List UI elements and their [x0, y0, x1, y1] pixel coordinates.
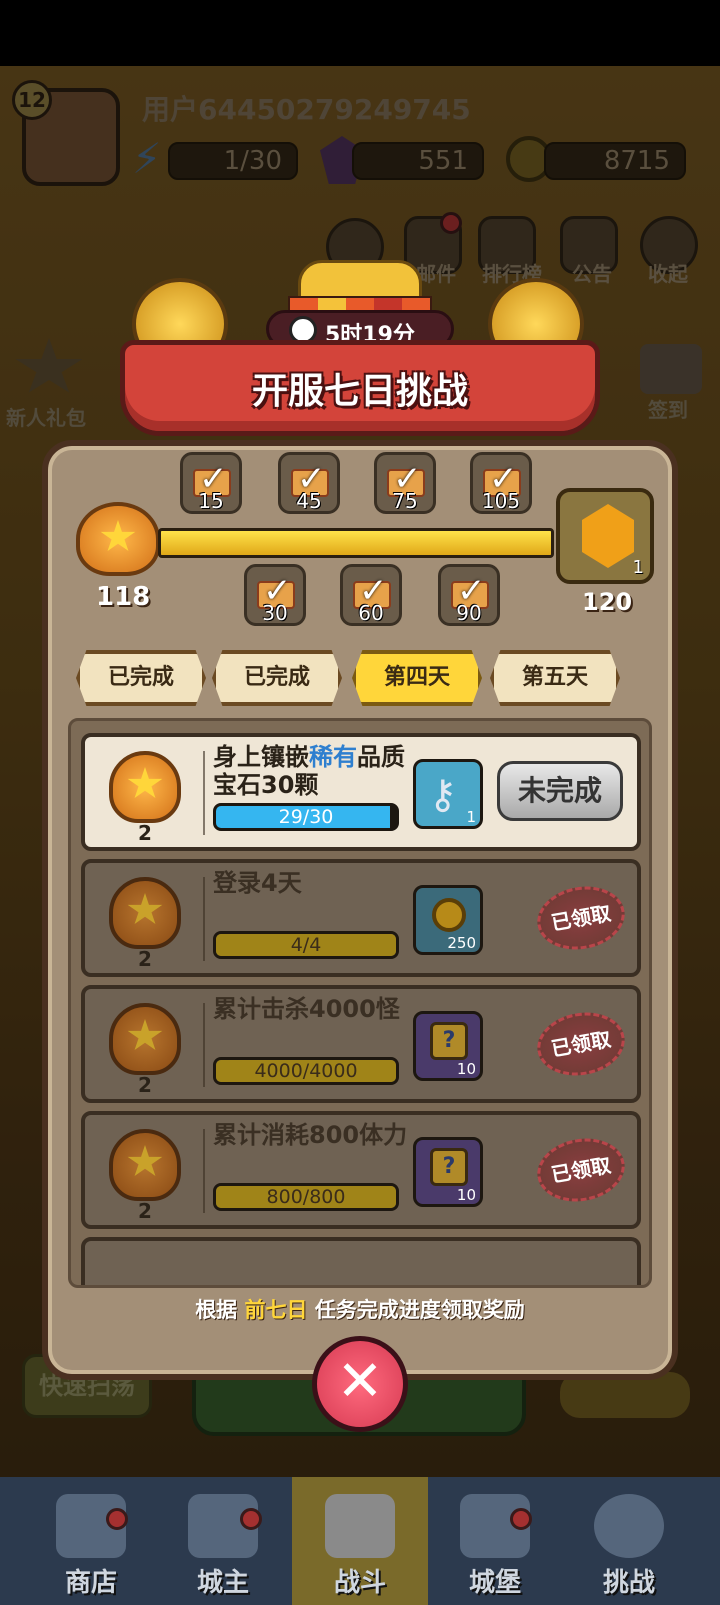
milestone-chest[interactable]: ✓ 90 [438, 564, 500, 626]
claimed-stamp: 已领取 [532, 1005, 630, 1083]
milestone-value: 45 [296, 489, 322, 513]
close-icon: ✕ [336, 1349, 384, 1414]
reward-count: 1 [466, 808, 476, 826]
divider [203, 1129, 205, 1213]
nav-battle-label: 战斗 [333, 1568, 386, 1598]
tab-day-3[interactable]: 已完成 [212, 650, 342, 706]
demon-icon [594, 1494, 664, 1558]
task-progress-bar: 4/4 [213, 931, 399, 959]
milestone-value: 30 [262, 601, 288, 625]
divider [203, 751, 205, 835]
puzzle-icon: ? [430, 1022, 468, 1060]
milestone-chest[interactable]: ✓ 15 [180, 452, 242, 514]
lord-notification-dot [240, 1508, 262, 1530]
medal-icon: 2 [99, 747, 191, 845]
nav-castle[interactable]: 城堡 [440, 1490, 550, 1600]
milestone-value: 60 [358, 601, 384, 625]
milestone-value: 90 [456, 601, 482, 625]
footer-prefix: 根据 [195, 1298, 238, 1322]
event-title: 开服七日挑战 [251, 371, 468, 412]
nav-castle-label: 城堡 [468, 1568, 521, 1598]
task-progress-bar: 29/30 [213, 803, 399, 831]
reward-box[interactable]: ⚷ 1 [413, 759, 483, 829]
milestone-value: 105 [481, 489, 521, 513]
medal-icon: 2 [99, 873, 191, 971]
task-progress-text: 800/800 [266, 1186, 346, 1208]
task-progress-text: 4/4 [290, 934, 322, 956]
task-title-rare: 稀有 [309, 743, 357, 771]
current-points: 118 [96, 582, 151, 612]
reward-box[interactable]: ? 10 [413, 1137, 483, 1207]
task-row: 2 身上镶嵌稀有品质宝石30颗 29/30 ⚷ 1 未完成 [81, 733, 641, 851]
nav-lord-label: 城主 [196, 1568, 249, 1598]
reward-count: 10 [456, 1186, 476, 1204]
task-list[interactable]: 2 身上镶嵌稀有品质宝石30颗 29/30 ⚷ 1 未完成 2 登录4天 4/4… [68, 718, 652, 1288]
task-row [81, 1237, 641, 1285]
task-title-part1: 身上镶嵌 [213, 743, 309, 771]
amber-gem-icon [582, 504, 634, 568]
points-progress-fill [161, 531, 551, 555]
task-title: 身上镶嵌稀有品质宝石30颗 [213, 743, 413, 799]
puzzle-icon: ? [430, 1148, 468, 1186]
nav-shop-label: 商店 [64, 1568, 117, 1598]
crossed-swords-icon [325, 1494, 395, 1558]
footer-hint: 根据 前七日 任务完成进度领取奖励 [42, 1294, 678, 1324]
tab-day-5[interactable]: 第五天 [490, 650, 620, 706]
coin-icon [432, 898, 466, 932]
milestone-chest[interactable]: ✓ 45 [278, 452, 340, 514]
medal-icon: 2 [99, 1125, 191, 1223]
task-progress-bar: 800/800 [213, 1183, 399, 1211]
reward-count: 10 [456, 1060, 476, 1078]
key-icon: ⚷ [428, 772, 458, 818]
medal-icon: 2 [99, 999, 191, 1097]
milestone-chest[interactable]: ✓ 30 [244, 564, 306, 626]
nav-battle[interactable]: 战斗 [305, 1490, 415, 1600]
final-reward-box[interactable]: 1 [556, 488, 654, 584]
task-progress-bar: 4000/4000 [213, 1057, 399, 1085]
reward-box[interactable]: ? 10 [413, 1011, 483, 1081]
nav-shop[interactable]: 商店 [36, 1490, 146, 1600]
medal-points: 2 [138, 1073, 152, 1097]
milestone-chest[interactable]: ✓ 75 [374, 452, 436, 514]
divider [203, 1003, 205, 1087]
milestone-chest[interactable]: ✓ 60 [340, 564, 402, 626]
task-row: 2 登录4天 4/4 250 已领取 [81, 859, 641, 977]
nav-challenge-label: 挑战 [602, 1568, 655, 1598]
milestone-value: 75 [392, 489, 418, 513]
task-title: 登录4天 [213, 869, 302, 897]
final-reward-count: 1 [632, 557, 644, 578]
claimed-stamp: 已领取 [532, 879, 630, 957]
castle-notification-dot [510, 1508, 532, 1530]
max-points: 120 [582, 588, 633, 616]
medal-points: 2 [138, 947, 152, 971]
task-row: 2 累计消耗800体力 800/800 ? 10 已领取 [81, 1111, 641, 1229]
close-button[interactable]: ✕ [312, 1336, 408, 1432]
claimed-stamp: 已领取 [532, 1131, 630, 1209]
nav-lord[interactable]: 城主 [168, 1490, 278, 1600]
medal-points: 2 [138, 1199, 152, 1223]
medal-points: 2 [138, 821, 152, 845]
milestone-chest[interactable]: ✓ 105 [470, 452, 532, 514]
task-progress-text: 4000/4000 [254, 1060, 358, 1082]
incomplete-button[interactable]: 未完成 [497, 761, 623, 821]
points-progress-bar [158, 528, 554, 558]
nav-challenge[interactable]: 挑战 [574, 1490, 684, 1600]
reward-box[interactable]: 250 [413, 885, 483, 955]
milestone-value: 15 [198, 489, 224, 513]
task-progress-text: 29/30 [278, 806, 334, 828]
task-row: 2 累计击杀4000怪 4000/4000 ? 10 已领取 [81, 985, 641, 1103]
shop-notification-dot [106, 1508, 128, 1530]
tab-day-2[interactable]: 已完成 [76, 650, 206, 706]
footer-suffix: 任务完成进度领取奖励 [314, 1298, 525, 1322]
footer-highlight: 前七日 [244, 1298, 308, 1322]
tab-day-4[interactable]: 第四天 [352, 650, 482, 706]
reward-count: 250 [447, 934, 476, 952]
divider [203, 877, 205, 961]
